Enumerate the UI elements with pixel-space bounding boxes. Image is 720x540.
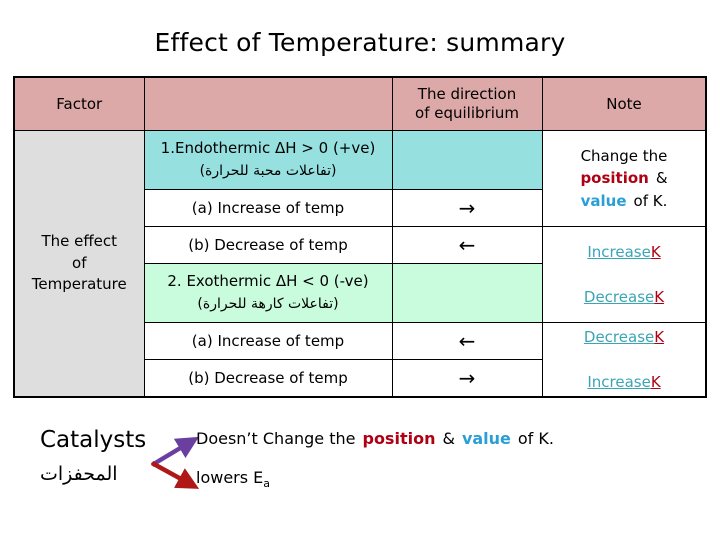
note-endo-decrease-k: K bbox=[654, 287, 665, 306]
note-exo-decrease-word: Decrease bbox=[583, 328, 655, 346]
note-endo-increase-word: Increase bbox=[587, 243, 651, 261]
note-endo-results-block: IncreaseK DecreaseK bbox=[543, 238, 706, 311]
note-line-position: position & bbox=[547, 167, 702, 190]
note-exo-decrease-line: DecreaseK bbox=[547, 326, 702, 349]
exo-increase-detail: (a) Increase of temp bbox=[143, 322, 393, 360]
factor-cell: The effect of Temperature bbox=[13, 130, 145, 398]
catalysts-amp: & bbox=[442, 429, 455, 448]
arrow-to-doesnt-change-icon bbox=[150, 436, 199, 467]
factor-line-3: Temperature bbox=[31, 275, 127, 294]
header-direction: The direction of equilibrium bbox=[391, 76, 543, 131]
note-exo-results-block: DecreaseK IncreaseK bbox=[543, 323, 706, 396]
header-factor: Factor bbox=[13, 76, 145, 131]
note-change-cell: Change the position & value of K. bbox=[541, 130, 707, 227]
note-change-block: Change the position & value of K. bbox=[543, 142, 706, 216]
catalysts-word-value: value bbox=[461, 429, 511, 448]
note-exo-decrease-k: K bbox=[654, 328, 665, 346]
catalysts-ea-subscript: a bbox=[263, 477, 271, 491]
factor-line-2: of bbox=[72, 253, 87, 272]
page-title: Effect of Temperature: summary bbox=[154, 28, 566, 57]
note-exo-increase-line: IncreaseK bbox=[547, 371, 702, 394]
header-direction-line1: The direction bbox=[417, 85, 517, 104]
endo-decrease-direction-arrow: ← bbox=[391, 226, 543, 264]
note-exo-increase-k: K bbox=[650, 372, 661, 391]
exo-increase-direction-arrow: ← bbox=[391, 322, 543, 360]
exothermic-detail-cell: 2. Exothermic ΔH < 0 (-ve) (تفاعلات كاره… bbox=[143, 263, 393, 323]
note-cell-endo-results: IncreaseK DecreaseK bbox=[541, 226, 707, 323]
note-endo-decrease-line: DecreaseK bbox=[547, 286, 702, 309]
note-endo-increase-line: IncreaseK bbox=[547, 241, 702, 264]
exo-decrease-direction-arrow: → bbox=[391, 359, 543, 398]
endo-decrease-detail: (b) Decrease of temp bbox=[143, 226, 393, 264]
catalysts-statement-2: lowers Ea bbox=[196, 468, 270, 490]
endo-increase-direction-arrow: → bbox=[391, 189, 543, 227]
exothermic-direction-cell bbox=[391, 263, 543, 323]
header-note: Note bbox=[541, 76, 707, 131]
note-endo-decrease-word: Decrease bbox=[583, 287, 655, 306]
temperature-summary-table: Factor The direction of equilibrium Note… bbox=[13, 76, 707, 398]
exothermic-title: 2. Exothermic ΔH < 0 (-ve) bbox=[167, 272, 369, 291]
note-word-value: value bbox=[580, 191, 627, 210]
note-cell-exo-results: DecreaseK IncreaseK bbox=[541, 322, 707, 398]
endo-increase-detail: (a) Increase of temp bbox=[143, 189, 393, 227]
note-line-change-the: Change the bbox=[580, 146, 668, 165]
catalysts-statement-1-pre: Doesn’t Change the bbox=[196, 429, 356, 448]
catalysts-statement-2-text: lowers E bbox=[196, 468, 264, 487]
endothermic-detail-cell: 1.Endothermic ΔH > 0 (+ve) (تفاعلات محبة… bbox=[143, 130, 393, 190]
catalysts-label-arabic: المحفزات bbox=[40, 463, 118, 485]
exo-decrease-detail: (b) Decrease of temp bbox=[143, 359, 393, 398]
endothermic-title-arabic: (تفاعلات محبة للحرارة) bbox=[199, 163, 337, 180]
note-of-k-1: of K. bbox=[633, 191, 668, 210]
header-detail bbox=[143, 76, 393, 131]
catalysts-word-position: position bbox=[362, 429, 436, 448]
note-exo-increase-word: Increase bbox=[587, 372, 651, 391]
note-endo-increase-k: K bbox=[650, 243, 661, 261]
catalysts-section: Catalysts المحفزات Doesn’t Change the pos… bbox=[0, 415, 720, 525]
note-line-value: value of K. bbox=[547, 190, 702, 213]
header-direction-line2: of equilibrium bbox=[415, 104, 519, 122]
catalysts-label: Catalysts bbox=[40, 427, 147, 453]
catalysts-statement-1: Doesn’t Change the position & value of K. bbox=[196, 429, 554, 448]
note-word-position: position bbox=[580, 169, 649, 188]
factor-line-1: The effect bbox=[41, 231, 118, 250]
endothermic-direction-cell bbox=[391, 130, 543, 190]
catalysts-statement-1-post: of K. bbox=[517, 429, 554, 448]
note-amp-1: & bbox=[655, 169, 668, 188]
exothermic-title-arabic: (تفاعلات كارهة للحرارة) bbox=[197, 296, 339, 313]
table-row: The effect of Temperature 1.Endothermic … bbox=[13, 130, 707, 398]
arrow-to-lowers-ea-icon bbox=[150, 461, 200, 489]
endothermic-title: 1.Endothermic ΔH > 0 (+ve) bbox=[160, 139, 376, 158]
table-header-row: Factor The direction of equilibrium Note bbox=[13, 76, 707, 131]
